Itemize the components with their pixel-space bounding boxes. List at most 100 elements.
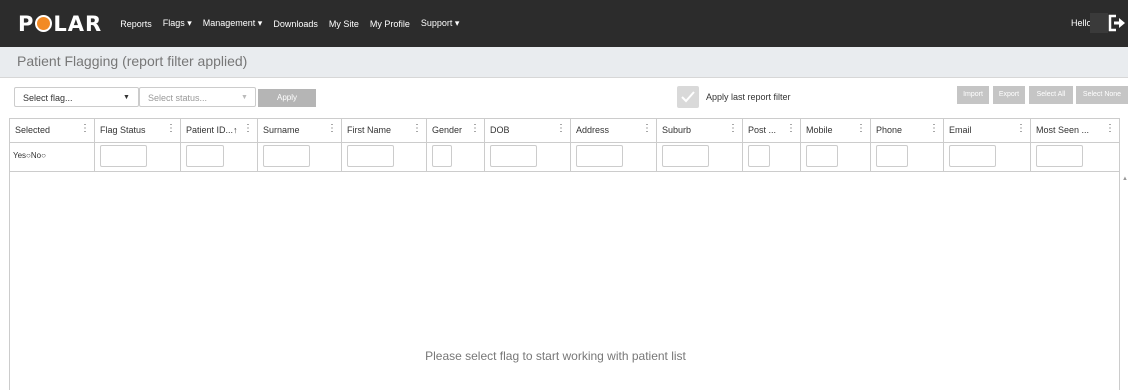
column-menu-icon[interactable]: ⋮ [1105, 123, 1115, 134]
column-header-label: Post ... [748, 125, 777, 135]
column-menu-icon[interactable]: ⋮ [327, 123, 337, 134]
filter-input[interactable] [1036, 145, 1083, 167]
column-header-flag-status[interactable]: Flag Status ⋮ [94, 119, 180, 142]
filter-input[interactable] [806, 145, 838, 167]
status-select-value: Select status... [148, 93, 208, 103]
filter-cell-suburb [656, 142, 742, 171]
filter-input[interactable] [490, 145, 537, 167]
nav-support[interactable]: Support ▾ [421, 18, 460, 29]
column-menu-icon[interactable]: ⋮ [786, 123, 796, 134]
caret-down-icon: ▼ [241, 94, 248, 101]
column-menu-icon[interactable]: ⋮ [1016, 123, 1026, 134]
column-header-email[interactable]: Email ⋮ [943, 119, 1030, 142]
column-header-label: First Name [347, 125, 392, 135]
logo-letter-p: P [18, 11, 35, 36]
flag-select-value: Select flag... [23, 93, 73, 103]
column-header-label: Surname [263, 125, 300, 135]
column-header-label: Flag Status [100, 125, 146, 135]
filter-input[interactable] [100, 145, 147, 167]
column-header-mobile[interactable]: Mobile ⋮ [800, 119, 870, 142]
select-all-button[interactable]: Select All [1029, 86, 1073, 104]
main-nav: Reports Flags ▾ Management ▾ Downloads M… [120, 18, 470, 29]
nav-my-site[interactable]: My Site [329, 19, 359, 29]
column-header-selected[interactable]: Selected ⋮ [9, 119, 94, 142]
column-header-label: Gender [432, 125, 463, 135]
logo-o-icon [35, 15, 53, 32]
select-none-button[interactable]: Select None [1076, 86, 1128, 104]
column-header-label: Phone [876, 125, 903, 135]
column-header-label: Most Seen ... [1036, 125, 1090, 135]
status-select[interactable]: Select status... ▼ [139, 87, 256, 107]
filter-cell-gender [426, 142, 484, 171]
column-menu-icon[interactable]: ⋮ [856, 123, 866, 134]
nav-downloads[interactable]: Downloads [273, 19, 318, 29]
filter-input[interactable] [432, 145, 452, 167]
column-header-address[interactable]: Address ⋮ [570, 119, 656, 142]
nav-reports[interactable]: Reports [120, 19, 152, 29]
column-menu-icon[interactable]: ⋮ [556, 123, 566, 134]
filter-cell-flag-status [94, 142, 180, 171]
page-title: Patient Flagging (report filter applied) [17, 53, 248, 69]
column-header-label: Email [949, 125, 972, 135]
column-header-phone[interactable]: Phone ⋮ [870, 119, 943, 142]
checkmark-icon [681, 91, 695, 103]
polar-logo[interactable]: P LAR [18, 12, 102, 36]
column-header-most-seen[interactable]: Most Seen ... ⋮ [1030, 119, 1120, 142]
column-menu-icon[interactable]: ⋮ [470, 123, 480, 134]
column-header-label: Mobile [806, 125, 833, 135]
caret-down-icon: ▼ [123, 94, 130, 101]
filter-input[interactable] [576, 145, 623, 167]
column-menu-icon[interactable]: ⋮ [243, 123, 253, 134]
export-button[interactable]: Export [993, 86, 1025, 104]
filter-cell-phone [870, 142, 943, 171]
logo-letters-lar: LAR [53, 11, 103, 36]
flag-select[interactable]: Select flag... ▼ [14, 87, 139, 107]
apply-button[interactable]: Apply [258, 89, 316, 107]
user-name-box[interactable] [1090, 13, 1108, 33]
nav-flags[interactable]: Flags ▾ [163, 18, 192, 29]
import-button[interactable]: Import [957, 86, 989, 104]
filter-cell-surname [257, 142, 341, 171]
filter-cell-first-name [341, 142, 426, 171]
column-header-dob[interactable]: DOB ⋮ [484, 119, 570, 142]
grid-filter-row: Yes○No○ [9, 142, 1120, 172]
filter-cell-postcode [742, 142, 800, 171]
column-header-postcode[interactable]: Post ... ⋮ [742, 119, 800, 142]
filter-input[interactable] [949, 145, 996, 167]
column-header-first-name[interactable]: First Name ⋮ [341, 119, 426, 142]
logout-icon[interactable] [1108, 12, 1126, 34]
filter-cell-selected: Yes○No○ [9, 142, 94, 171]
grid-header-row: Selected ⋮ Flag Status ⋮ Patient ID...↑ ⋮ S… [9, 118, 1120, 143]
column-menu-icon[interactable]: ⋮ [412, 123, 422, 134]
scroll-up-icon[interactable]: ▲ [1122, 176, 1128, 182]
column-header-gender[interactable]: Gender ⋮ [426, 119, 484, 142]
filter-input[interactable] [263, 145, 310, 167]
apply-last-filter-label: Apply last report filter [706, 92, 791, 102]
filter-cell-address [570, 142, 656, 171]
filter-input[interactable] [876, 145, 908, 167]
column-menu-icon[interactable]: ⋮ [80, 123, 90, 134]
filter-cell-email [943, 142, 1030, 171]
filter-cell-dob [484, 142, 570, 171]
filter-cell-most-seen [1030, 142, 1120, 171]
top-navbar: P LAR Reports Flags ▾ Management ▾ Downl… [0, 0, 1128, 47]
column-header-label: DOB [490, 125, 510, 135]
filter-input[interactable] [662, 145, 709, 167]
column-menu-icon[interactable]: ⋮ [642, 123, 652, 134]
column-menu-icon[interactable]: ⋮ [166, 123, 176, 134]
empty-grid-message: Please select flag to start working with… [425, 349, 686, 363]
apply-last-filter-checkbox[interactable] [677, 86, 699, 108]
column-header-patient-id[interactable]: Patient ID...↑ ⋮ [180, 119, 257, 142]
filter-input[interactable] [748, 145, 770, 167]
column-header-suburb[interactable]: Suburb ⋮ [656, 119, 742, 142]
column-header-surname[interactable]: Surname ⋮ [257, 119, 341, 142]
nav-management[interactable]: Management ▾ [203, 18, 263, 29]
column-menu-icon[interactable]: ⋮ [929, 123, 939, 134]
filter-input[interactable] [347, 145, 394, 167]
nav-my-profile[interactable]: My Profile [370, 19, 410, 29]
filter-input[interactable] [186, 145, 224, 167]
column-header-label: Patient ID...↑ [186, 125, 238, 135]
column-menu-icon[interactable]: ⋮ [728, 123, 738, 134]
page-title-bar: Patient Flagging (report filter applied) [0, 47, 1128, 78]
selected-yes-no-radio[interactable]: Yes○No○ [13, 151, 46, 160]
